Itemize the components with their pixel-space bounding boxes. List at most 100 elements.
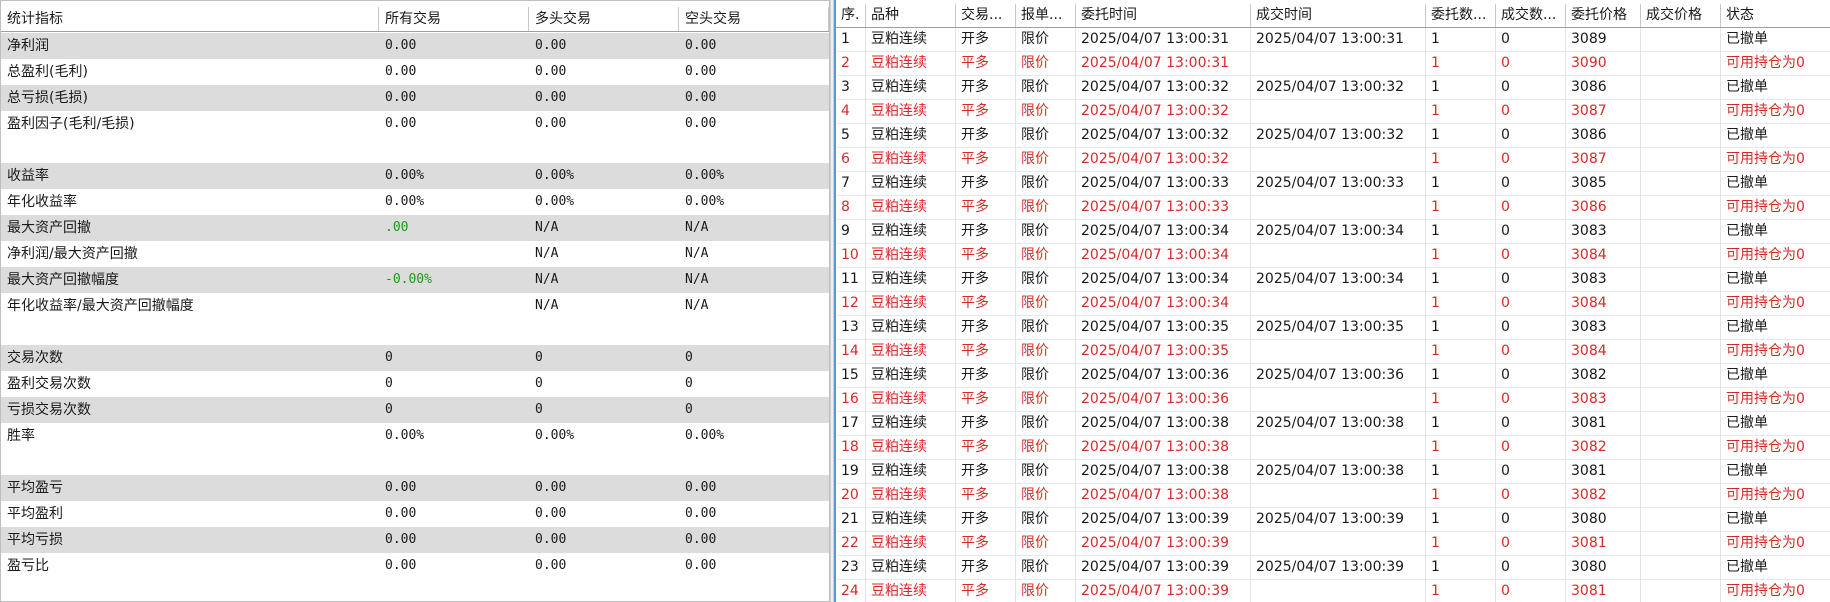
- order-row[interactable]: 13 豆粕连续 开多 限价 2025/04/07 13:00:35 2025/04/07 …: [836, 316, 1830, 340]
- stats-row[interactable]: 年化收益率/最大资产回撤幅度 N/A N/A: [1, 293, 829, 345]
- column-header-fill-time[interactable]: 成交时间: [1251, 4, 1426, 27]
- order-row[interactable]: 24 豆粕连续 平多 限价 2025/04/07 13:00:39 1 0 3081 可用持仓为…: [836, 580, 1830, 602]
- order-cell-order-time: 2025/04/07 13:00:34: [1076, 268, 1251, 291]
- stats-value-long: N/A: [535, 246, 559, 261]
- stats-value-short: 0.00: [685, 38, 717, 53]
- column-header-all-trades[interactable]: 所有交易: [379, 7, 529, 31]
- order-cell-order-type: 限价: [1016, 484, 1076, 507]
- order-cell-order-qty: 1: [1426, 100, 1496, 123]
- order-row[interactable]: 11 豆粕连续 开多 限价 2025/04/07 13:00:34 2025/04/07 …: [836, 268, 1830, 292]
- order-cell-seq: 21: [836, 508, 866, 531]
- order-cell-order-time: 2025/04/07 13:00:34: [1076, 244, 1251, 267]
- order-cell-fill-time: [1251, 388, 1426, 411]
- stats-row[interactable]: 胜率 0.00% 0.00% 0.00%: [1, 423, 829, 475]
- order-cell-seq: 11: [836, 268, 866, 291]
- column-header-order-qty[interactable]: 委托数...: [1426, 4, 1496, 27]
- order-cell-status: 可用持仓为0: [1721, 100, 1830, 123]
- order-row[interactable]: 18 豆粕连续 平多 限价 2025/04/07 13:00:38 1 0 3082 可用持仓为…: [836, 436, 1830, 460]
- order-cell-seq: 13: [836, 316, 866, 339]
- order-cell-trade-type: 开多: [956, 220, 1016, 243]
- order-row[interactable]: 23 豆粕连续 开多 限价 2025/04/07 13:00:39 2025/04/07 …: [836, 556, 1830, 580]
- order-row[interactable]: 2 豆粕连续 平多 限价 2025/04/07 13:00:31 1 0 3090 可用持仓为0: [836, 52, 1830, 76]
- order-row[interactable]: 7 豆粕连续 开多 限价 2025/04/07 13:00:33 2025/04/07 1…: [836, 172, 1830, 196]
- order-cell-seq: 5: [836, 124, 866, 147]
- stats-value-all: 0: [385, 376, 393, 391]
- stats-row[interactable]: 净利润 0.00 0.00 0.00: [1, 33, 829, 59]
- stats-row[interactable]: 盈利因子(毛利/毛损) 0.00 0.00 0.00: [1, 111, 829, 163]
- order-cell-trade-type: 平多: [956, 148, 1016, 171]
- stats-row[interactable]: 亏损交易次数 0 0 0: [1, 397, 829, 423]
- order-cell-fill-time: 2025/04/07 13:00:39: [1251, 556, 1426, 579]
- stats-row[interactable]: 总盈利(毛利) 0.00 0.00 0.00: [1, 59, 829, 85]
- order-cell-status: 可用持仓为0: [1721, 196, 1830, 219]
- order-row[interactable]: 5 豆粕连续 开多 限价 2025/04/07 13:00:32 2025/04/07 1…: [836, 124, 1830, 148]
- column-header-fill-qty[interactable]: 成交数...: [1496, 4, 1566, 27]
- stats-value-long: 0.00%: [535, 168, 575, 183]
- order-row[interactable]: 19 豆粕连续 开多 限价 2025/04/07 13:00:38 2025/04/07 …: [836, 460, 1830, 484]
- order-row[interactable]: 4 豆粕连续 平多 限价 2025/04/07 13:00:32 1 0 3087 可用持仓为0: [836, 100, 1830, 124]
- column-header-short-trades[interactable]: 空头交易: [679, 7, 829, 31]
- order-cell-order-price: 3084: [1566, 292, 1641, 315]
- order-cell-seq: 8: [836, 196, 866, 219]
- order-cell-order-price: 3082: [1566, 436, 1641, 459]
- stats-value-long: 0.00%: [535, 194, 575, 209]
- order-row[interactable]: 17 豆粕连续 开多 限价 2025/04/07 13:00:38 2025/04/07 …: [836, 412, 1830, 436]
- column-header-order-type[interactable]: 报单...: [1016, 4, 1076, 27]
- stats-row[interactable]: 最大资产回撤 .00 N/A N/A: [1, 215, 829, 241]
- stats-row[interactable]: 盈亏比 0.00 0.00 0.00: [1, 553, 829, 579]
- column-header-fill-price[interactable]: 成交价格: [1641, 4, 1721, 27]
- column-header-metric[interactable]: 统计指标: [1, 7, 379, 31]
- order-cell-symbol: 豆粕连续: [866, 244, 956, 267]
- stats-row[interactable]: 最大资产回撤幅度 -0.00% N/A N/A: [1, 267, 829, 293]
- order-cell-order-price: 3081: [1566, 412, 1641, 435]
- column-header-seq[interactable]: 序.: [836, 4, 866, 27]
- order-cell-order-price: 3084: [1566, 244, 1641, 267]
- stats-row[interactable]: 总亏损(毛损) 0.00 0.00 0.00: [1, 85, 829, 111]
- order-cell-fill-qty: 0: [1496, 292, 1566, 315]
- stats-metric-name: 年化收益率: [7, 194, 77, 210]
- order-cell-order-price: 3087: [1566, 100, 1641, 123]
- column-header-symbol[interactable]: 品种: [866, 4, 956, 27]
- order-cell-fill-price: [1641, 124, 1721, 147]
- stats-row[interactable]: 平均盈利 0.00 0.00 0.00: [1, 501, 829, 527]
- stats-row[interactable]: 交易次数 0 0 0: [1, 345, 829, 371]
- stats-row[interactable]: 收益率 0.00% 0.00% 0.00%: [1, 163, 829, 189]
- stats-row[interactable]: 平均盈亏 0.00 0.00 0.00: [1, 475, 829, 501]
- column-header-order-price[interactable]: 委托价格: [1566, 4, 1641, 27]
- order-row[interactable]: 3 豆粕连续 开多 限价 2025/04/07 13:00:32 2025/04/07 1…: [836, 76, 1830, 100]
- order-cell-fill-qty: 0: [1496, 388, 1566, 411]
- order-cell-status: 已撤单: [1721, 268, 1830, 291]
- order-row[interactable]: 9 豆粕连续 开多 限价 2025/04/07 13:00:34 2025/04/07 1…: [836, 220, 1830, 244]
- order-cell-status: 可用持仓为0: [1721, 340, 1830, 363]
- order-cell-fill-qty: 0: [1496, 580, 1566, 602]
- order-row[interactable]: 21 豆粕连续 开多 限价 2025/04/07 13:00:39 2025/04/07 …: [836, 508, 1830, 532]
- stats-row[interactable]: 净利润/最大资产回撤 N/A N/A: [1, 241, 829, 267]
- stats-value-long: 0.00: [535, 90, 567, 105]
- order-cell-seq: 20: [836, 484, 866, 507]
- column-header-status[interactable]: 状态: [1721, 4, 1830, 27]
- order-row[interactable]: 22 豆粕连续 平多 限价 2025/04/07 13:00:39 1 0 3081 可用持仓为…: [836, 532, 1830, 556]
- column-header-order-time[interactable]: 委托时间: [1076, 4, 1251, 27]
- order-row[interactable]: 8 豆粕连续 平多 限价 2025/04/07 13:00:33 1 0 3086 可用持仓为0: [836, 196, 1830, 220]
- order-cell-trade-type: 开多: [956, 508, 1016, 531]
- order-row[interactable]: 15 豆粕连续 开多 限价 2025/04/07 13:00:36 2025/04/07 …: [836, 364, 1830, 388]
- stats-row[interactable]: 平均亏损 0.00 0.00 0.00: [1, 527, 829, 553]
- stats-row[interactable]: 盈利交易次数 0 0 0: [1, 371, 829, 397]
- order-row[interactable]: 14 豆粕连续 平多 限价 2025/04/07 13:00:35 1 0 3084 可用持仓为…: [836, 340, 1830, 364]
- order-cell-symbol: 豆粕连续: [866, 580, 956, 602]
- order-cell-symbol: 豆粕连续: [866, 100, 956, 123]
- order-row[interactable]: 20 豆粕连续 平多 限价 2025/04/07 13:00:38 1 0 3082 可用持仓为…: [836, 484, 1830, 508]
- column-header-trade-type[interactable]: 交易...: [956, 4, 1016, 27]
- stats-row[interactable]: 年化收益率 0.00% 0.00% 0.00%: [1, 189, 829, 215]
- order-cell-order-price: 3083: [1566, 316, 1641, 339]
- order-row[interactable]: 1 豆粕连续 开多 限价 2025/04/07 13:00:31 2025/04/07 1…: [836, 28, 1830, 52]
- order-row[interactable]: 10 豆粕连续 平多 限价 2025/04/07 13:00:34 1 0 3084 可用持仓为…: [836, 244, 1830, 268]
- column-header-long-trades[interactable]: 多头交易: [529, 7, 679, 31]
- order-row[interactable]: 16 豆粕连续 平多 限价 2025/04/07 13:00:36 1 0 3083 可用持仓为…: [836, 388, 1830, 412]
- order-row[interactable]: 12 豆粕连续 平多 限价 2025/04/07 13:00:34 1 0 3084 可用持仓为…: [836, 292, 1830, 316]
- order-cell-order-time: 2025/04/07 13:00:39: [1076, 580, 1251, 602]
- order-cell-order-time: 2025/04/07 13:00:39: [1076, 508, 1251, 531]
- order-row[interactable]: 6 豆粕连续 平多 限价 2025/04/07 13:00:32 1 0 3087 可用持仓为0: [836, 148, 1830, 172]
- order-cell-fill-price: [1641, 436, 1721, 459]
- order-cell-trade-type: 开多: [956, 76, 1016, 99]
